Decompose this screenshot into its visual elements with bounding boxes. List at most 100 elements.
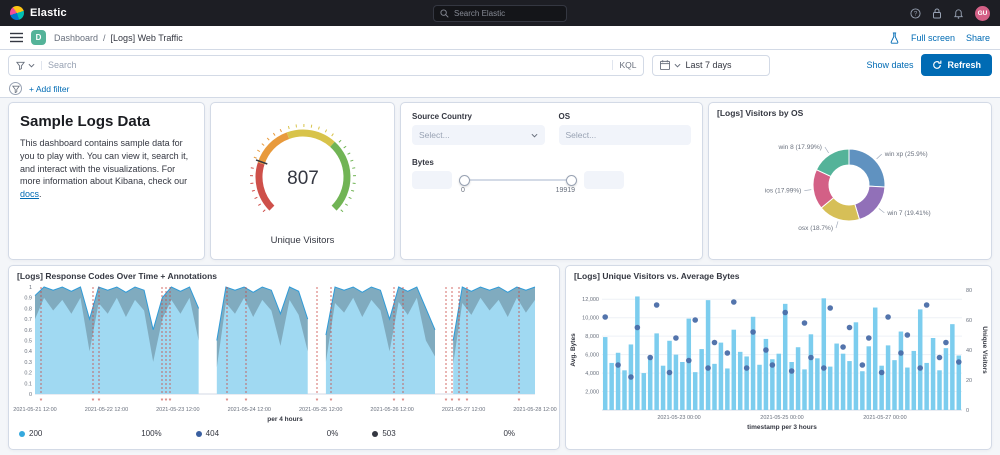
docs-link[interactable]: docs [20, 189, 39, 199]
svg-text:*: * [161, 398, 164, 405]
slider-min-label: 0 [461, 187, 465, 194]
response-codes-area-chart[interactable]: 10.90.80.70.60.50.40.30.20.10***********… [9, 282, 557, 428]
legend-dot [196, 431, 202, 437]
legend-label: 200 [29, 429, 42, 438]
panel-response-codes: [Logs] Response Codes Over Time + Annota… [8, 265, 560, 450]
header-actions: ? GU [567, 6, 990, 21]
svg-text:1: 1 [29, 285, 32, 291]
legend-value: 100% [141, 429, 195, 438]
breadcrumb-current: [Logs] Web Traffic [111, 33, 183, 43]
select-placeholder: Select... [419, 130, 450, 140]
notifications-bell-icon[interactable] [953, 8, 964, 19]
svg-text:0.7: 0.7 [24, 317, 32, 323]
svg-text:*: * [169, 398, 172, 405]
legend-dot [372, 431, 378, 437]
svg-text:*: * [245, 398, 248, 405]
bytes-min-input[interactable] [412, 171, 452, 189]
full-screen-button[interactable]: Full screen [911, 33, 955, 43]
legend-item-200[interactable]: 200 100% [19, 429, 196, 438]
dashboard-actions: Full screen Share [889, 32, 990, 44]
chevron-down-icon [674, 63, 681, 68]
svg-text:0.4: 0.4 [24, 349, 32, 355]
panel-title[interactable]: [Logs] Response Codes Over Time + Annota… [9, 266, 559, 282]
panel-title[interactable]: [Logs] Visitors by OS [709, 103, 991, 119]
labs-beaker-icon[interactable] [889, 32, 900, 44]
slider-scale: 0 19919 [461, 187, 575, 194]
svg-text:2021-05-27 12:00: 2021-05-27 12:00 [442, 407, 485, 413]
os-label: OS [559, 112, 692, 121]
help-icon[interactable]: ? [910, 8, 921, 19]
svg-text:0: 0 [966, 408, 969, 414]
refresh-button[interactable]: Refresh [921, 54, 992, 76]
svg-text:Avg. Bytes: Avg. Bytes [570, 333, 577, 367]
svg-text:*: * [226, 398, 229, 405]
bytes-control: Bytes 0 19919 [412, 158, 624, 197]
visitors-vs-bytes-chart[interactable]: 2,0004,0006,0008,00010,00012,00002040608… [566, 282, 990, 440]
slider-handle-max[interactable] [566, 175, 577, 186]
svg-text:0.9: 0.9 [24, 296, 32, 302]
svg-text:2021-05-25 00:00: 2021-05-25 00:00 [760, 415, 803, 421]
refresh-icon [932, 60, 942, 70]
kql-language-button[interactable]: KQL [612, 60, 636, 70]
add-filter-button[interactable]: + Add filter [29, 84, 69, 94]
gauge-chart[interactable]: 807 [218, 117, 388, 229]
bytes-max-input[interactable] [584, 171, 624, 189]
saved-query-menu[interactable] [16, 61, 42, 70]
legend-value: 0% [327, 429, 373, 438]
svg-text:*: * [98, 398, 101, 405]
bytes-range-slider[interactable]: 0 19919 [459, 171, 577, 197]
svg-text:per 4 hours: per 4 hours [267, 416, 303, 423]
gauge-metric-label: Unique Visitors [271, 235, 335, 246]
svg-text:8,000: 8,000 [585, 334, 599, 340]
space-badge[interactable]: D [31, 30, 46, 45]
breadcrumb: Dashboard / [Logs] Web Traffic [54, 33, 183, 43]
global-search-input[interactable] [454, 9, 560, 18]
bytes-label: Bytes [412, 158, 624, 167]
share-button[interactable]: Share [966, 33, 990, 43]
time-range-label: Last 7 days [685, 60, 731, 70]
svg-text:*: * [316, 398, 319, 405]
legend-item-404[interactable]: 404 0% [196, 429, 373, 438]
sample-body-text: This dashboard contains sample data for … [20, 138, 188, 186]
slider-handle-min[interactable] [459, 175, 470, 186]
panel-title[interactable]: [Logs] Unique Visitors vs. Average Bytes [566, 266, 991, 282]
brand: Elastic [10, 6, 433, 20]
svg-text:0: 0 [29, 392, 32, 398]
query-input[interactable] [48, 60, 606, 70]
kql-search-box[interactable]: KQL [8, 55, 644, 76]
svg-text:2,000: 2,000 [585, 390, 599, 396]
global-search[interactable] [433, 5, 567, 22]
lock-icon[interactable] [932, 8, 942, 19]
user-avatar[interactable]: GU [975, 6, 990, 21]
svg-text:?: ? [914, 10, 918, 17]
svg-text:2021-05-23 12:00: 2021-05-23 12:00 [156, 407, 199, 413]
show-dates-button[interactable]: Show dates [866, 60, 913, 70]
source-country-label: Source Country [412, 112, 545, 121]
svg-text:2021-05-27 00:00: 2021-05-27 00:00 [863, 415, 906, 421]
svg-text:win xp (25.9%): win xp (25.9%) [884, 151, 928, 158]
slider-track[interactable] [461, 179, 575, 181]
svg-text:*: * [330, 398, 333, 405]
legend-label: 503 [382, 429, 395, 438]
source-country-select[interactable]: Select... [412, 125, 545, 145]
navigation-bar: D Dashboard / [Logs] Web Traffic Full sc… [0, 26, 1000, 50]
chevron-down-icon [28, 63, 35, 68]
date-picker[interactable]: Last 7 days [652, 55, 770, 76]
legend-item-503[interactable]: 503 0% [372, 429, 549, 438]
breadcrumb-dashboard[interactable]: Dashboard [54, 33, 98, 43]
svg-text:2021-05-25 12:00: 2021-05-25 12:00 [299, 407, 342, 413]
legend-label: 404 [206, 429, 219, 438]
svg-text:4,000: 4,000 [585, 371, 599, 377]
svg-text:0.6: 0.6 [24, 328, 32, 334]
chevron-down-icon [531, 133, 538, 138]
visitors-by-os-donut-chart[interactable]: win xp (25.9%)win 7 (19.41%)osx (18.7%)i… [709, 119, 989, 249]
filter-menu-icon[interactable] [9, 82, 22, 95]
panel-sample-logs-data: Sample Logs Data This dashboard contains… [8, 102, 205, 260]
menu-hamburger-icon[interactable] [10, 32, 23, 43]
svg-text:2021-05-22 12:00: 2021-05-22 12:00 [85, 407, 128, 413]
svg-text:807: 807 [287, 168, 319, 189]
elastic-logo-icon[interactable] [10, 6, 24, 20]
svg-text:*: * [458, 398, 461, 405]
os-select[interactable]: Select... [559, 125, 692, 145]
sample-title: Sample Logs Data [20, 113, 193, 130]
